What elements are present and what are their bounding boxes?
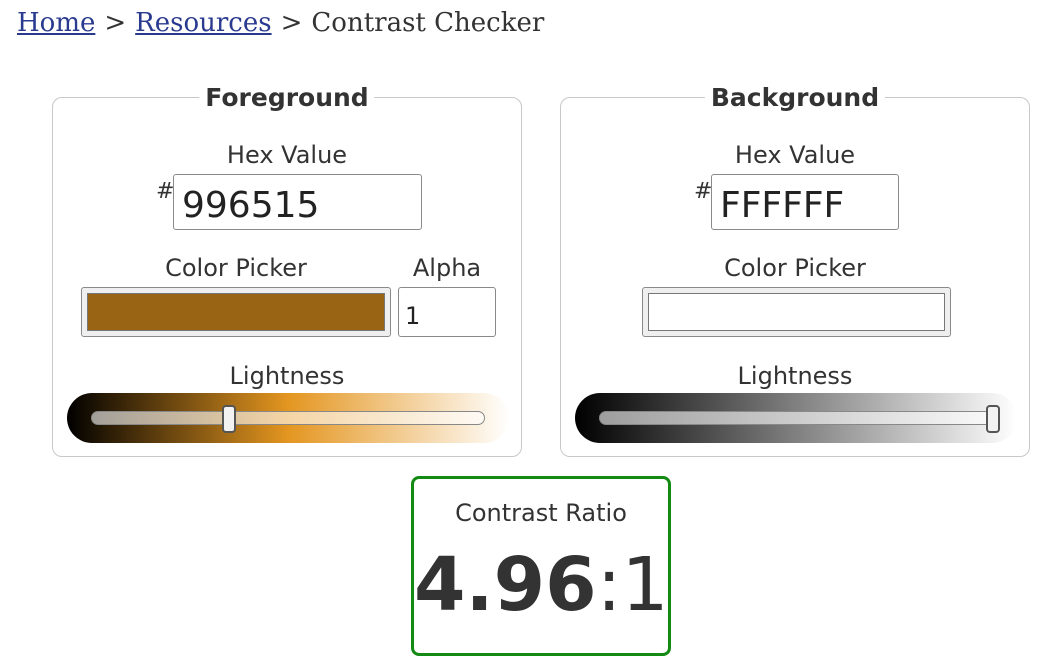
contrast-ratio-label: Contrast Ratio xyxy=(455,499,627,527)
background-legend: Background xyxy=(704,82,886,114)
breadcrumb-resources-link[interactable]: Resources xyxy=(135,8,271,38)
background-lightness-label: Lightness xyxy=(737,362,853,390)
foreground-color-picker-label: Color Picker xyxy=(165,254,307,282)
foreground-alpha-input[interactable] xyxy=(398,287,496,337)
foreground-hex-label: Hex Value xyxy=(226,141,348,169)
foreground-lightness-track xyxy=(91,411,485,425)
foreground-lightness-slider[interactable] xyxy=(67,393,509,443)
contrast-ratio-box: Contrast Ratio 4.96:1 xyxy=(411,476,671,656)
breadcrumb-separator: > xyxy=(280,8,303,38)
foreground-lightness-thumb[interactable] xyxy=(221,405,236,433)
background-lightness-slider[interactable] xyxy=(575,393,1017,443)
background-lightness-thumb[interactable] xyxy=(986,405,1000,433)
foreground-hash-symbol: # xyxy=(156,179,175,204)
contrast-ratio-suffix: :1 xyxy=(596,542,669,628)
background-color-swatch xyxy=(648,293,945,331)
background-hex-input[interactable] xyxy=(711,174,899,230)
background-panel: Background Hex Value # Color Picker Ligh… xyxy=(560,82,1030,457)
breadcrumb-current: Contrast Checker xyxy=(311,8,545,38)
foreground-hex-input[interactable] xyxy=(173,174,422,230)
background-color-picker[interactable] xyxy=(642,287,951,337)
breadcrumb-separator: > xyxy=(104,8,127,38)
background-lightness-track xyxy=(599,411,993,425)
foreground-color-swatch xyxy=(87,293,385,331)
contrast-ratio-value: 4.96:1 xyxy=(414,535,669,635)
background-color-picker-label: Color Picker xyxy=(724,254,866,282)
background-hex-label: Hex Value xyxy=(734,141,856,169)
background-hash-symbol: # xyxy=(694,179,713,204)
contrast-ratio-number: 4.96 xyxy=(414,542,597,628)
foreground-legend: Foreground xyxy=(199,82,375,114)
breadcrumb-home-link[interactable]: Home xyxy=(17,8,95,38)
breadcrumb: Home > Resources > Contrast Checker xyxy=(17,8,544,38)
foreground-lightness-label: Lightness xyxy=(229,362,345,390)
foreground-panel: Foreground Hex Value # Color Picker Alph… xyxy=(52,82,522,457)
foreground-color-picker[interactable] xyxy=(81,287,391,337)
foreground-alpha-label: Alpha xyxy=(412,254,482,282)
